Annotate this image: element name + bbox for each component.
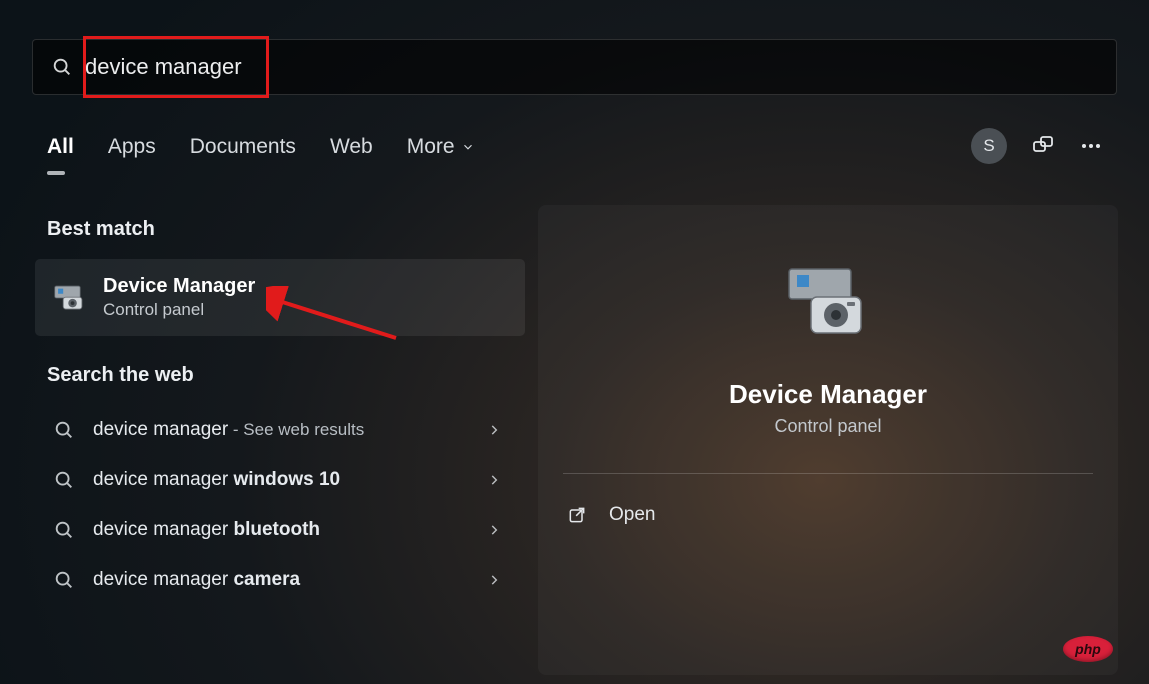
chevron-right-icon bbox=[487, 423, 501, 437]
search-icon bbox=[53, 569, 75, 591]
chevron-right-icon bbox=[487, 523, 501, 537]
tab-web[interactable]: Web bbox=[330, 135, 373, 169]
tab-all[interactable]: All bbox=[47, 135, 74, 169]
open-external-icon bbox=[567, 505, 587, 525]
web-result-3[interactable]: device manager camera bbox=[35, 555, 525, 605]
search-web-heading: Search the web bbox=[47, 364, 525, 387]
filter-tabs: All Apps Documents Web More bbox=[47, 135, 1117, 169]
tab-documents[interactable]: Documents bbox=[190, 135, 296, 169]
results-column: Best match Device Manager Control panel … bbox=[35, 218, 525, 605]
search-icon bbox=[51, 56, 73, 78]
best-match-result[interactable]: Device Manager Control panel bbox=[35, 259, 525, 336]
user-initial: S bbox=[983, 136, 994, 156]
chevron-right-icon bbox=[487, 573, 501, 587]
tab-apps[interactable]: Apps bbox=[108, 135, 156, 169]
tab-more-label: More bbox=[407, 135, 455, 159]
search-icon bbox=[53, 519, 75, 541]
device-manager-icon bbox=[53, 281, 87, 315]
search-bar[interactable] bbox=[32, 39, 1117, 95]
web-result-2[interactable]: device manager bluetooth bbox=[35, 505, 525, 555]
web-result-0[interactable]: device manager - See web results bbox=[35, 405, 525, 455]
detail-title: Device Manager bbox=[729, 379, 927, 410]
detail-actions: Open bbox=[563, 494, 1093, 536]
search-icon bbox=[53, 469, 75, 491]
web-result-text: device manager bluetooth bbox=[93, 519, 469, 541]
chevron-down-icon bbox=[461, 140, 475, 154]
best-match-title: Device Manager bbox=[103, 275, 255, 298]
web-result-text: device manager windows 10 bbox=[93, 469, 469, 491]
more-options-icon[interactable] bbox=[1079, 134, 1103, 158]
web-result-text: device manager - See web results bbox=[93, 419, 469, 441]
search-icon bbox=[53, 419, 75, 441]
web-result-text: device manager camera bbox=[93, 569, 469, 591]
user-avatar[interactable]: S bbox=[971, 128, 1007, 164]
best-match-subtitle: Control panel bbox=[103, 300, 255, 320]
detail-pane: Device Manager Control panel Open bbox=[538, 205, 1118, 675]
best-match-text: Device Manager Control panel bbox=[103, 275, 255, 320]
chat-icon[interactable] bbox=[1031, 134, 1055, 158]
best-match-heading: Best match bbox=[47, 218, 525, 241]
web-results-list: device manager - See web results device … bbox=[35, 405, 525, 605]
header-right-controls: S bbox=[971, 128, 1103, 164]
search-input[interactable] bbox=[85, 54, 1116, 80]
web-result-1[interactable]: device manager windows 10 bbox=[35, 455, 525, 505]
device-manager-icon-large bbox=[783, 265, 873, 355]
chevron-right-icon bbox=[487, 473, 501, 487]
detail-subtitle: Control panel bbox=[774, 416, 881, 437]
open-action-label: Open bbox=[609, 504, 655, 526]
open-action[interactable]: Open bbox=[563, 494, 1093, 536]
tab-more[interactable]: More bbox=[407, 135, 475, 169]
detail-separator bbox=[563, 473, 1093, 474]
